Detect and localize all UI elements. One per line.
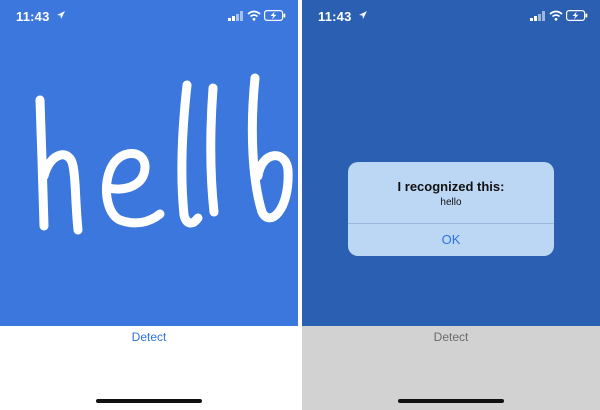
cellular-signal-icon bbox=[228, 11, 243, 21]
detect-button: Detect bbox=[433, 330, 469, 344]
location-arrow-icon bbox=[359, 11, 367, 19]
status-time: 11:43 bbox=[318, 9, 352, 24]
home-indicator[interactable] bbox=[398, 399, 504, 403]
wifi-icon bbox=[549, 10, 563, 21]
status-bar: 11:43 bbox=[0, 0, 298, 34]
status-time: 11:43 bbox=[16, 9, 50, 24]
detect-button[interactable]: Detect bbox=[0, 330, 298, 344]
battery-charging-icon bbox=[264, 10, 286, 21]
drawing-canvas[interactable] bbox=[0, 0, 298, 326]
alert-ok-button[interactable]: OK bbox=[348, 224, 554, 256]
alert-title: I recognized this: bbox=[397, 179, 505, 194]
recognition-alert: I recognized this: hello OK bbox=[348, 162, 554, 256]
alert-message: hello bbox=[440, 197, 462, 208]
handwriting-strokes bbox=[35, 73, 293, 235]
battery-charging-icon bbox=[566, 10, 588, 21]
home-indicator[interactable] bbox=[96, 399, 202, 403]
location-arrow-icon bbox=[57, 11, 65, 19]
phone-screen-alert: 11:43 Detect I recognized this: hello OK bbox=[302, 0, 600, 410]
cellular-signal-icon bbox=[530, 11, 545, 21]
phone-screen-drawing: 11:43 Detect bbox=[0, 0, 298, 410]
wifi-icon bbox=[247, 10, 261, 21]
status-bar: 11:43 bbox=[302, 0, 600, 34]
